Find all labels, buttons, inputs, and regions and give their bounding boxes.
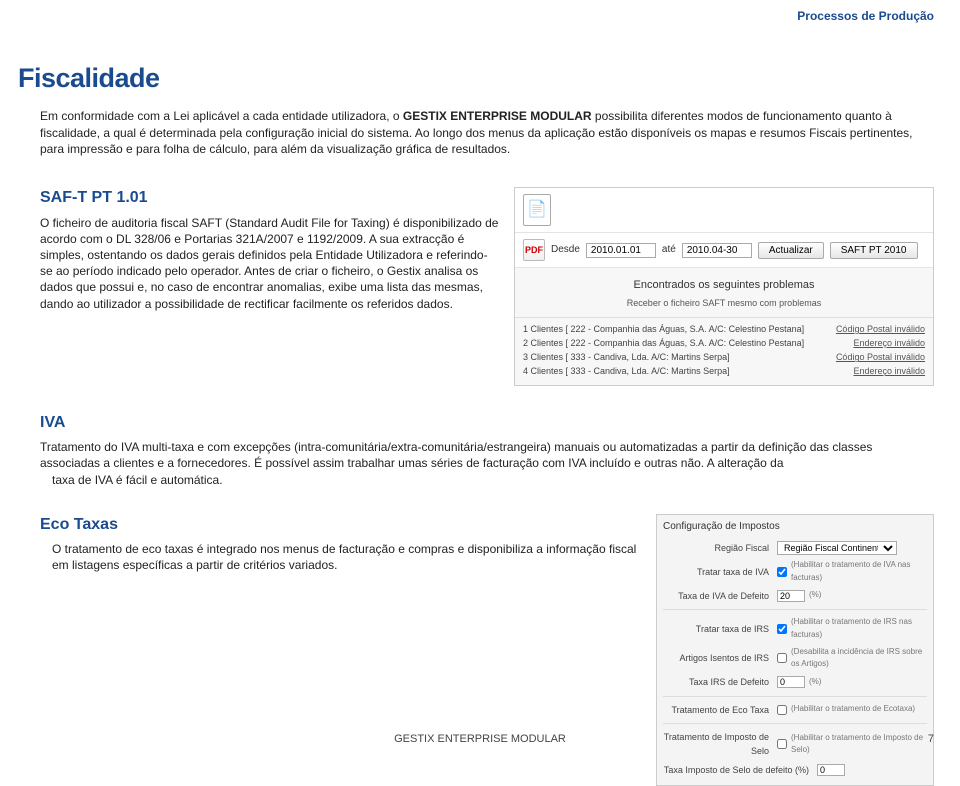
irs-art-hint: (Desabilita a incidência de IRS sobre os… (791, 646, 927, 672)
irs-default-input[interactable] (777, 676, 805, 688)
problem-row: 2 Clientes [ 222 - Companhia das Águas, … (523, 336, 925, 350)
problem-row: 1 Clientes [ 222 - Companhia das Águas, … (523, 322, 925, 336)
footer-product: GESTIX ENTERPRISE MODULAR (394, 732, 566, 747)
saft-body: O ficheiro de auditoria fiscal SAFT (Sta… (40, 215, 500, 312)
intro-paragraph: Em conformidade com a Lei aplicável a ca… (40, 108, 934, 157)
pdf-icon: PDF (523, 239, 545, 261)
iva-heading: IVA (40, 412, 934, 434)
saft-screenshot-panel: 📄 PDF Desde até Actualizar SAFT PT 2010 … (514, 187, 934, 386)
date-to-input[interactable] (682, 243, 752, 258)
saft-found-msg: Encontrados os seguintes problemas (515, 268, 933, 297)
eco-treat-label: Tratamento de Eco Taxa (663, 703, 773, 717)
irs-checkbox[interactable] (777, 624, 787, 634)
regiao-select[interactable]: Região Fiscal Continente (777, 541, 897, 555)
eco-heading: Eco Taxas (40, 514, 638, 536)
problem-row: 4 Clientes [ 333 - Candiva, Lda. A/C: Ma… (523, 364, 925, 378)
iva-treat-label: Tratar taxa de IVA (663, 565, 773, 579)
irs-treat-label: Tratar taxa de IRS (663, 622, 773, 636)
eco-hint: (Habilitar o tratamento de Ecotaxa) (791, 703, 915, 716)
selo-default-label: Taxa Imposto de Selo de defeito (%) (663, 763, 813, 777)
page-number: 7 (928, 732, 934, 747)
saft-export-button[interactable]: SAFT PT 2010 (830, 242, 918, 259)
config-title: Configuração de Impostos (663, 519, 927, 535)
iva-body-2: taxa de IVA é fácil e automática. (52, 472, 934, 488)
regiao-label: Região Fiscal (663, 541, 773, 555)
eco-checkbox[interactable] (777, 705, 787, 715)
iva-body-1: Tratamento do IVA multi-taxa e com excep… (40, 439, 934, 471)
actualizar-button[interactable]: Actualizar (758, 242, 824, 259)
irs-art-checkbox[interactable] (777, 653, 787, 663)
saft-problem-list: 1 Clientes [ 222 - Companhia das Águas, … (515, 318, 933, 385)
date-from-input[interactable] (586, 243, 656, 258)
pct-label-1: (%) (809, 589, 821, 602)
selo-default-input[interactable] (817, 764, 845, 776)
eco-body: O tratamento de eco taxas é integrado no… (52, 541, 638, 573)
irs-art-label: Artigos Isentos de IRS (663, 651, 773, 665)
pct-label-2: (%) (809, 676, 821, 689)
iva-hint: (Habilitar o tratamento de IVA nas factu… (791, 559, 927, 585)
saft-heading: SAF-T PT 1.01 (40, 187, 500, 209)
label-ate: até (662, 243, 676, 257)
irs-hint: (Habilitar o tratamento de IRS nas factu… (791, 616, 927, 642)
problem-row: 3 Clientes [ 333 - Candiva, Lda. A/C: Ma… (523, 350, 925, 364)
page-title: Fiscalidade (18, 60, 934, 96)
iva-default-input[interactable] (777, 590, 805, 602)
saft-receive-msg: Receber o ficheiro SAFT mesmo com proble… (515, 297, 933, 318)
iva-checkbox[interactable] (777, 567, 787, 577)
file-icon: 📄 (523, 194, 551, 226)
irs-default-label: Taxa IRS de Defeito (663, 675, 773, 689)
label-desde: Desde (551, 243, 580, 257)
iva-default-label: Taxa de IVA de Defeito (663, 589, 773, 603)
breadcrumb: Processos de Produção (797, 8, 934, 24)
